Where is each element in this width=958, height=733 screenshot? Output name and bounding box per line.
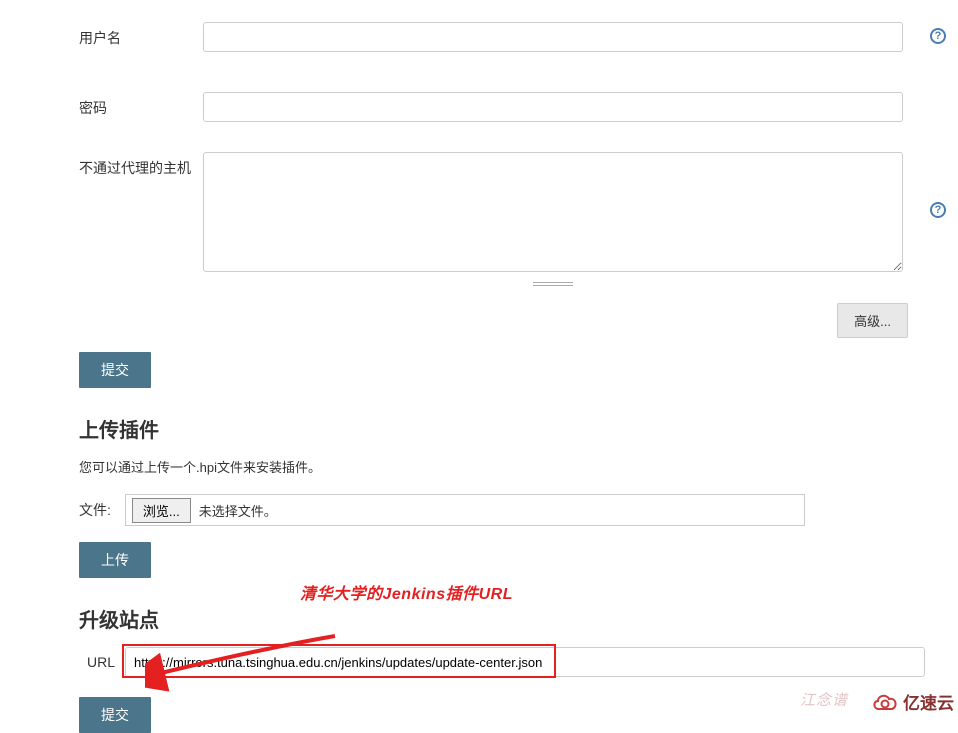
update-site-heading: 升级站点	[79, 604, 958, 633]
url-input[interactable]	[125, 647, 925, 677]
url-row: URL	[79, 647, 908, 677]
password-row: 密码	[0, 92, 958, 122]
password-label: 密码	[79, 92, 203, 118]
watermark-brand: 亿速云	[871, 689, 954, 714]
file-status: 未选择文件。	[199, 501, 277, 520]
upload-hint: 您可以通过上传一个.hpi文件来安装插件。	[79, 457, 958, 476]
advanced-button[interactable]: 高级...	[837, 303, 908, 338]
username-input-wrap: ?	[203, 22, 918, 52]
noproxy-row: 不通过代理的主机 ?	[0, 152, 958, 277]
upload-button[interactable]: 上传	[79, 542, 151, 578]
noproxy-input-wrap: ?	[203, 152, 918, 277]
file-label: 文件:	[79, 500, 111, 520]
noproxy-label: 不通过代理的主机	[79, 152, 203, 178]
help-icon[interactable]: ?	[930, 28, 946, 44]
advanced-row: 高级...	[0, 303, 958, 338]
password-input-wrap	[203, 92, 918, 122]
watermark-brand-text: 亿速云	[903, 689, 954, 714]
annotation-text: 清华大学的Jenkins插件URL	[300, 580, 513, 604]
proxy-submit-button[interactable]: 提交	[79, 352, 151, 388]
username-input[interactable]	[203, 22, 903, 52]
browse-button[interactable]: 浏览...	[132, 498, 191, 523]
update-site-submit-button[interactable]: 提交	[79, 697, 151, 733]
password-input[interactable]	[203, 92, 903, 122]
url-label: URL	[79, 654, 125, 670]
upload-heading: 上传插件	[79, 414, 958, 443]
url-input-wrap	[125, 647, 925, 677]
resize-grip[interactable]	[203, 281, 903, 287]
watermark-author: 江念谱	[800, 689, 848, 710]
file-row: 文件: 浏览... 未选择文件。	[79, 494, 958, 526]
help-icon[interactable]: ?	[930, 202, 946, 218]
username-label: 用户名	[79, 22, 203, 48]
grip-icon	[533, 282, 573, 286]
file-picker[interactable]: 浏览... 未选择文件。	[125, 494, 805, 526]
username-row: 用户名 ?	[0, 22, 958, 52]
cloud-logo-icon	[871, 691, 899, 713]
noproxy-textarea[interactable]	[203, 152, 903, 272]
